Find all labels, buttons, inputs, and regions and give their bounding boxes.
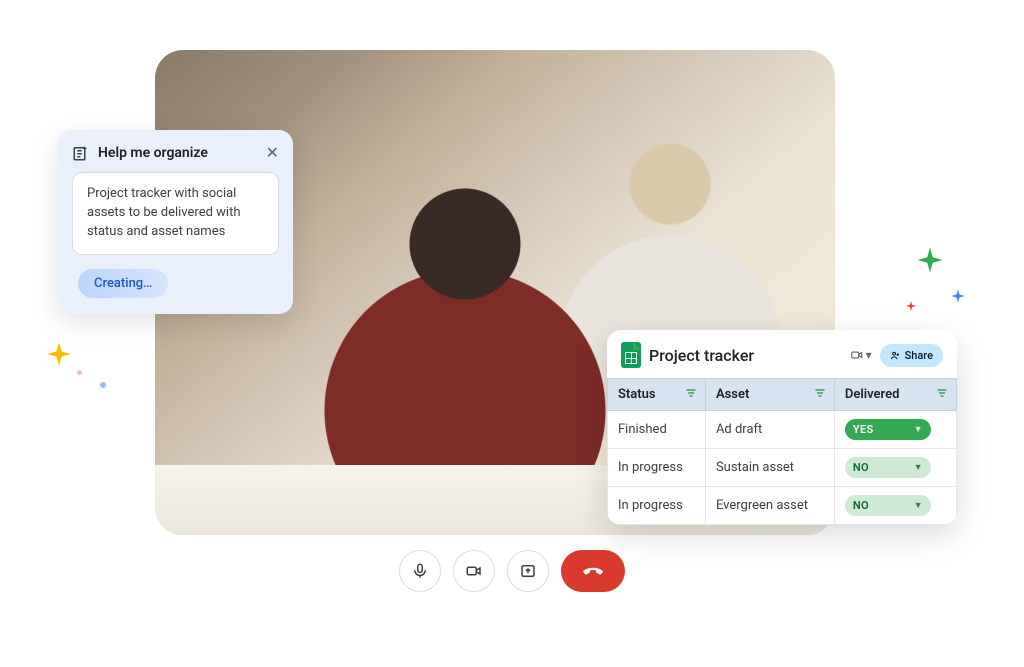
sparkle-icon — [45, 340, 73, 368]
col-asset[interactable]: Asset — [705, 379, 834, 411]
sheets-preview-panel: Project tracker ▾ Share Status Asset — [607, 330, 957, 525]
close-icon[interactable]: ✕ — [266, 145, 279, 161]
project-tracker-table: Status Asset Delivered — [607, 378, 957, 525]
share-button[interactable]: Share — [880, 344, 943, 367]
delivered-chip[interactable]: NO▼ — [845, 457, 931, 478]
present-button[interactable] — [507, 550, 549, 592]
dot-icon — [100, 382, 106, 388]
sparkle-icon — [915, 245, 945, 275]
help-me-organize-panel: Help me organize ✕ Project tracker with … — [58, 130, 293, 314]
filter-icon[interactable] — [814, 387, 826, 403]
chevron-down-icon: ▼ — [914, 462, 923, 473]
filter-icon[interactable] — [936, 387, 948, 403]
dot-icon — [77, 370, 82, 375]
sheet-title: Project tracker — [649, 346, 842, 365]
table-row[interactable]: In progress Evergreen asset NO▼ — [608, 487, 957, 525]
help-panel-title: Help me organize — [98, 145, 258, 161]
organize-icon — [72, 144, 90, 162]
chevron-down-icon: ▾ — [866, 348, 872, 362]
chevron-down-icon: ▼ — [914, 500, 923, 511]
table-row[interactable]: Finished Ad draft YES▼ — [608, 411, 957, 449]
camera-button[interactable] — [453, 550, 495, 592]
delivered-chip[interactable]: NO▼ — [845, 495, 931, 516]
prompt-input[interactable]: Project tracker with social assets to be… — [72, 172, 279, 255]
mute-button[interactable] — [399, 550, 441, 592]
creating-status-pill: Creating… — [78, 269, 168, 298]
hangup-button[interactable] — [561, 550, 625, 592]
delivered-chip[interactable]: YES▼ — [845, 419, 931, 440]
call-controls — [0, 550, 1024, 592]
filter-icon[interactable] — [685, 387, 697, 403]
chevron-down-icon: ▼ — [914, 424, 923, 435]
table-row[interactable]: In progress Sustain asset NO▼ — [608, 449, 957, 487]
col-delivered[interactable]: Delivered — [834, 379, 956, 411]
sparkle-icon — [950, 288, 966, 304]
sheets-icon — [621, 342, 641, 368]
meet-camera-toggle[interactable]: ▾ — [850, 348, 872, 362]
sparkle-icon — [905, 300, 917, 312]
col-status[interactable]: Status — [608, 379, 706, 411]
share-label: Share — [905, 349, 933, 362]
